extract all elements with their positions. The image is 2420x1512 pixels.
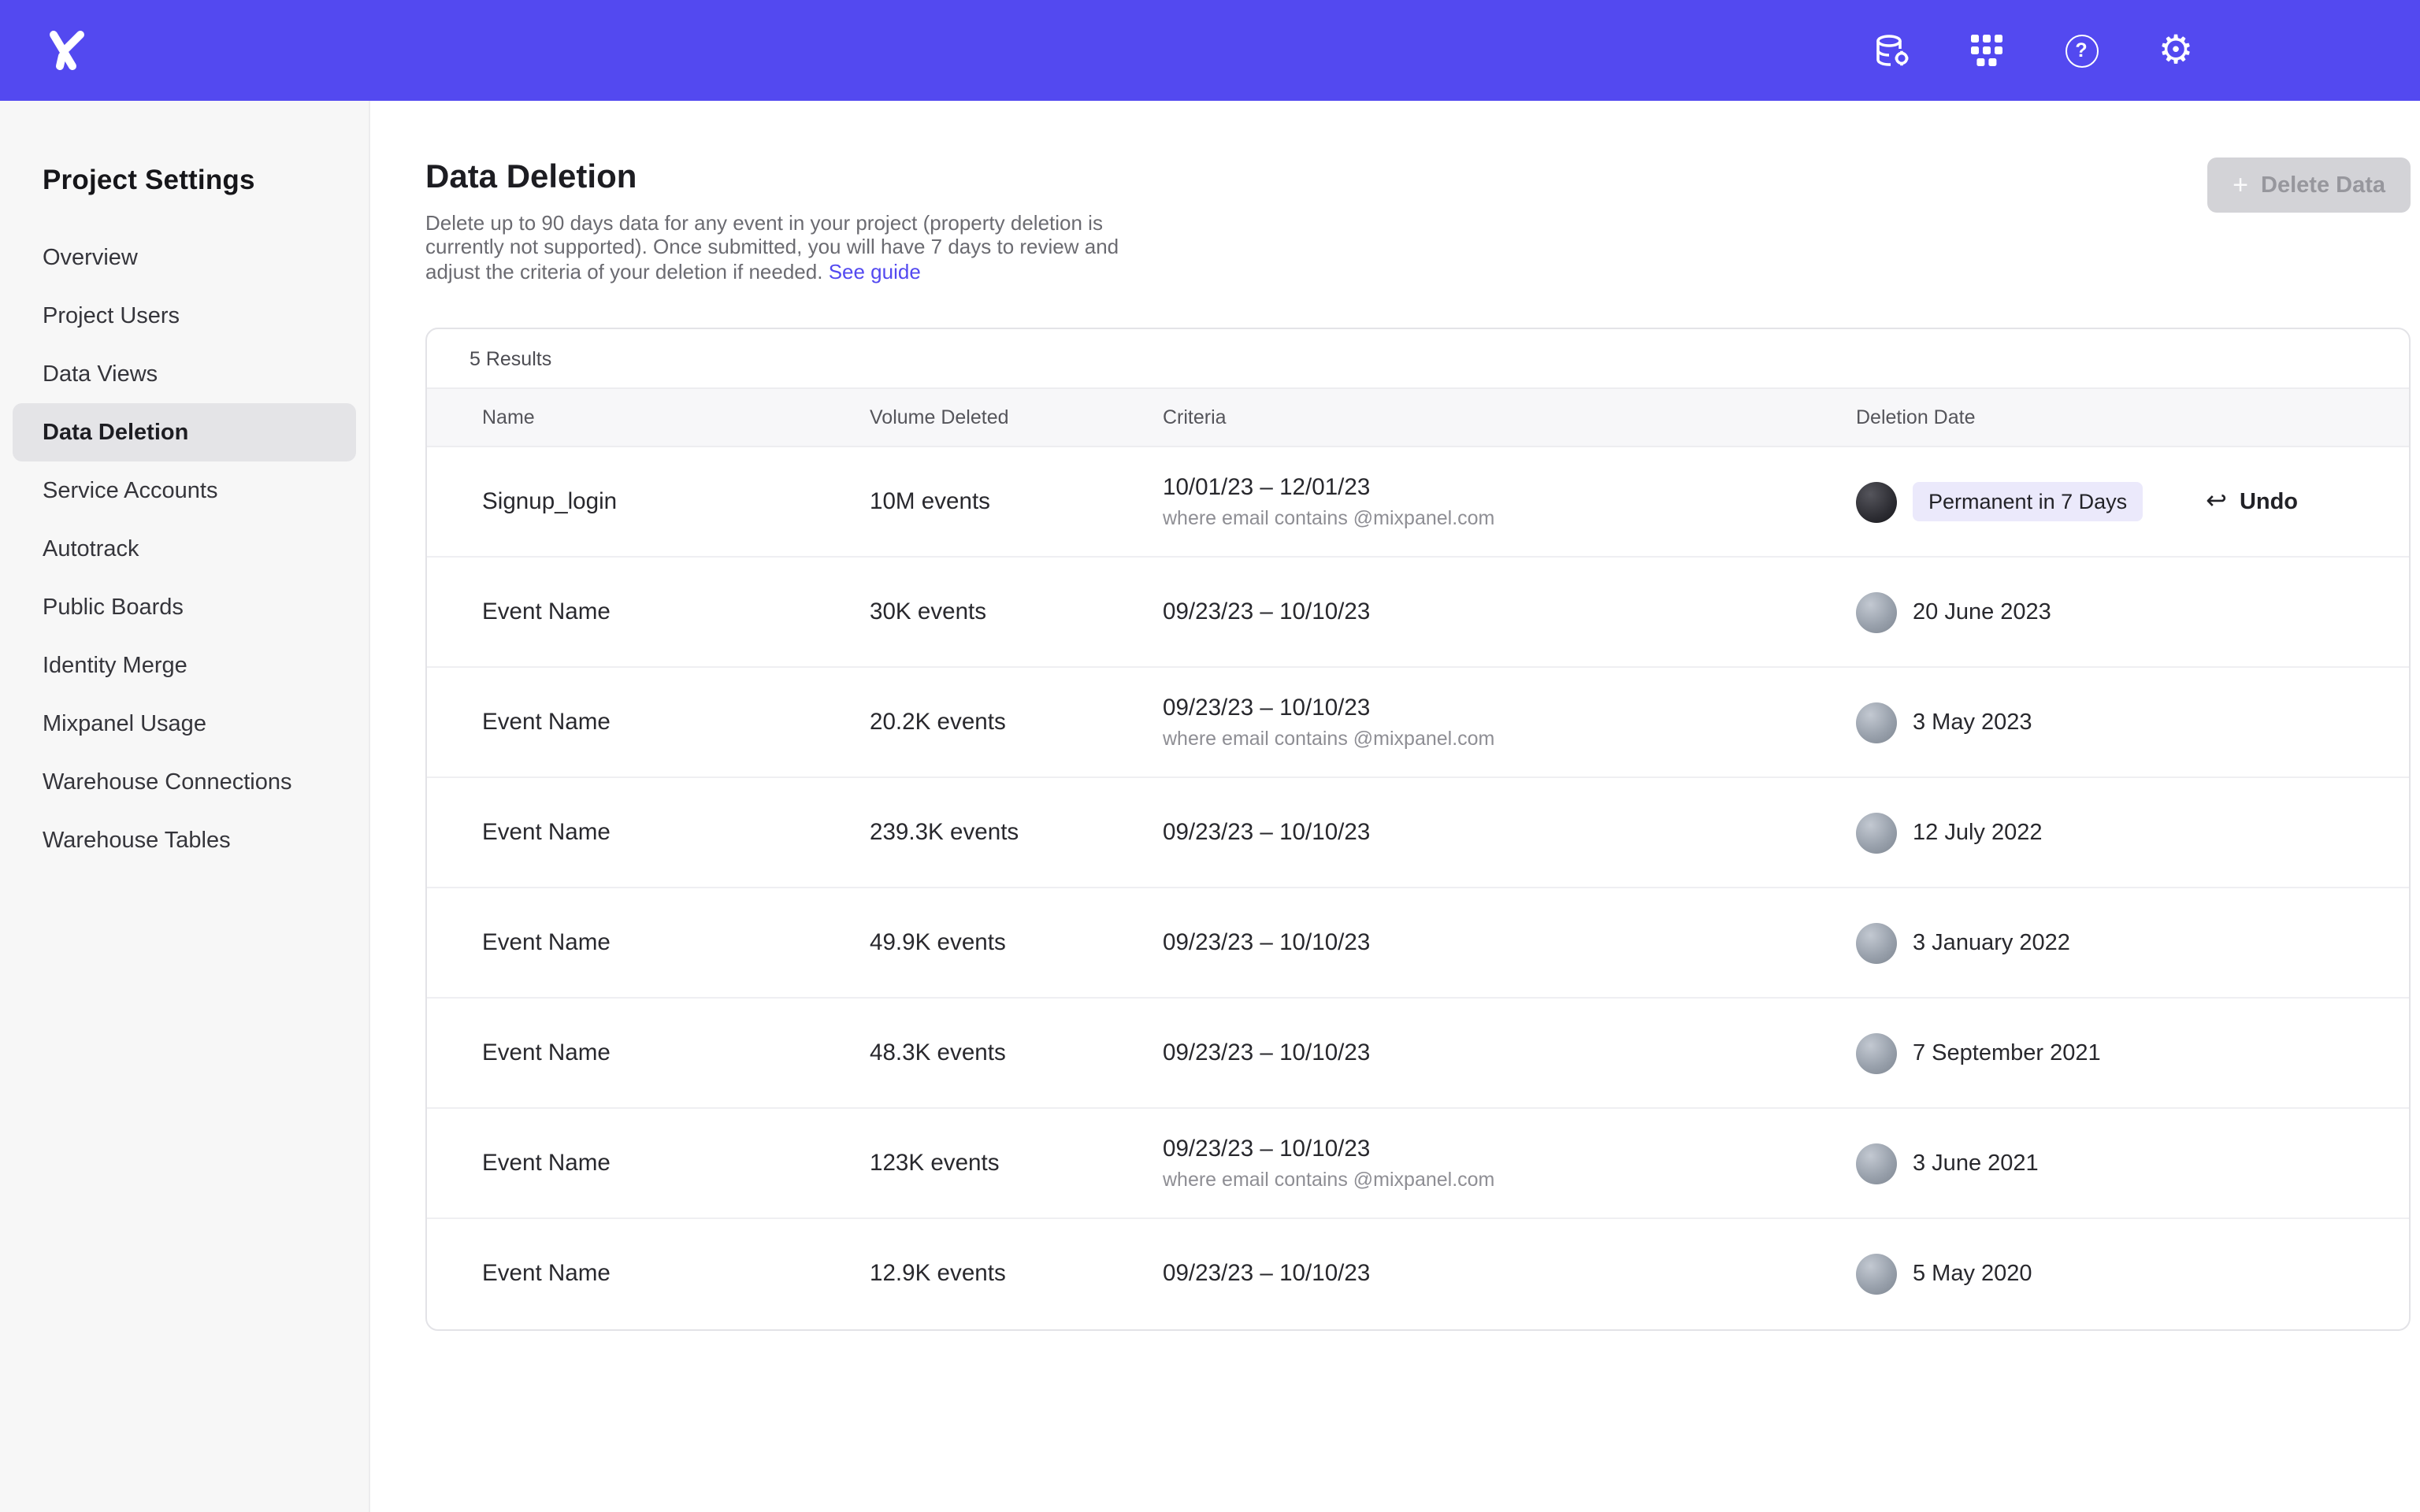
plus-icon: +	[2233, 172, 2248, 198]
row-criteria: 09/23/23 – 10/10/23	[1163, 599, 1856, 624]
gear-glyph: ⚙	[2158, 31, 2194, 70]
help-question-glyph: ?	[2065, 34, 2098, 67]
undo-label: Undo	[2240, 489, 2298, 514]
results-count: 5 Results	[427, 329, 2409, 389]
deletion-date: 3 June 2021	[1913, 1151, 2039, 1176]
deletion-date: 20 June 2023	[1913, 599, 2051, 624]
deletion-table-card: 5 Results Name Volume Deleted Criteria D…	[425, 328, 2411, 1331]
apps-grid-icon[interactable]	[1966, 30, 2007, 71]
row-volume: 30K events	[870, 599, 1163, 624]
row-name: Event Name	[482, 710, 870, 735]
sidebar-item-warehouse-connections[interactable]: Warehouse Connections	[13, 753, 356, 811]
row-criteria: 09/23/23 – 10/10/23	[1163, 1040, 1856, 1065]
row-criteria: 10/01/23 – 12/01/23	[1163, 475, 1856, 500]
row-name: Event Name	[482, 599, 870, 624]
sidebar-item-service-accounts[interactable]: Service Accounts	[13, 461, 356, 520]
row-criteria-filter: where email contains @mixpanel.com	[1163, 1168, 1856, 1190]
delete-data-label: Delete Data	[2261, 172, 2385, 198]
sidebar-title: Project Settings	[0, 164, 369, 228]
table-body: Signup_login 10M events 10/01/23 – 12/01…	[427, 447, 2409, 1329]
topbar-icon-group: ? ⚙	[1872, 30, 2196, 71]
row-name: Event Name	[482, 1262, 870, 1287]
user-avatar	[1856, 1032, 1897, 1073]
pending-deletion-badge: Permanent in 7 Days	[1913, 482, 2143, 521]
row-volume: 123K events	[870, 1151, 1163, 1176]
column-header-deletion-date: Deletion Date	[1856, 406, 2409, 428]
sidebar-item-data-views[interactable]: Data Views	[13, 345, 356, 403]
sidebar-item-overview[interactable]: Overview	[13, 228, 356, 287]
row-volume: 239.3K events	[870, 820, 1163, 845]
column-header-name: Name	[482, 406, 870, 428]
main-content: Data Deletion Delete up to 90 days data …	[370, 101, 2420, 1512]
delete-data-button[interactable]: + Delete Data	[2207, 158, 2411, 213]
row-name: Event Name	[482, 1040, 870, 1065]
undo-icon: ↩	[2206, 489, 2227, 514]
sidebar-item-public-boards[interactable]: Public Boards	[13, 578, 356, 636]
table-row: Event Name 48.3K events 09/23/23 – 10/10…	[427, 999, 2409, 1109]
settings-sidebar: Project Settings OverviewProject UsersDa…	[0, 101, 370, 1512]
user-avatar	[1856, 1143, 1897, 1184]
table-row: Event Name 49.9K events 09/23/23 – 10/10…	[427, 888, 2409, 999]
sidebar-item-identity-merge[interactable]: Identity Merge	[13, 636, 356, 695]
settings-icon[interactable]: ⚙	[2155, 30, 2196, 71]
deletion-date: 3 January 2022	[1913, 930, 2070, 955]
row-name: Event Name	[482, 820, 870, 845]
user-avatar	[1856, 812, 1897, 853]
row-criteria: 09/23/23 – 10/10/23	[1163, 930, 1856, 955]
table-row: Event Name 12.9K events 09/23/23 – 10/10…	[427, 1219, 2409, 1329]
data-pipelines-icon[interactable]	[1872, 30, 1913, 71]
page-title: Data Deletion	[425, 158, 2411, 198]
deletion-date: 12 July 2022	[1913, 820, 2042, 845]
row-criteria: 09/23/23 – 10/10/23	[1163, 695, 1856, 721]
sidebar-item-project-users[interactable]: Project Users	[13, 287, 356, 345]
deletion-date: 7 September 2021	[1913, 1040, 2101, 1065]
user-avatar	[1856, 591, 1897, 632]
see-guide-link[interactable]: See guide	[829, 260, 921, 284]
row-name: Event Name	[482, 1151, 870, 1176]
user-avatar	[1856, 1254, 1897, 1295]
sidebar-item-data-deletion[interactable]: Data Deletion	[13, 403, 356, 461]
table-row: Event Name 123K events 09/23/23 – 10/10/…	[427, 1109, 2409, 1219]
sidebar-items: OverviewProject UsersData ViewsData Dele…	[0, 228, 369, 869]
undo-button[interactable]: ↩ Undo	[2206, 489, 2298, 514]
mixpanel-logo-mark	[46, 28, 90, 72]
row-criteria-filter: where email contains @mixpanel.com	[1163, 727, 1856, 749]
row-criteria: 09/23/23 – 10/10/23	[1163, 820, 1856, 845]
row-criteria-filter: where email contains @mixpanel.com	[1163, 506, 1856, 528]
page-description-text: Delete up to 90 days data for any event …	[425, 211, 1119, 284]
top-navigation-bar: ? ⚙	[0, 0, 2420, 101]
user-avatar	[1856, 702, 1897, 743]
row-volume: 10M events	[870, 489, 1163, 514]
table-row: Event Name 239.3K events 09/23/23 – 10/1…	[427, 778, 2409, 888]
sidebar-item-autotrack[interactable]: Autotrack	[13, 520, 356, 578]
row-name: Event Name	[482, 930, 870, 955]
row-volume: 49.9K events	[870, 930, 1163, 955]
app-window: ? ⚙ Project Settings OverviewProject Use…	[0, 0, 2420, 1512]
sidebar-item-warehouse-tables[interactable]: Warehouse Tables	[13, 811, 356, 869]
sidebar-item-mixpanel-usage[interactable]: Mixpanel Usage	[13, 695, 356, 753]
column-header-criteria: Criteria	[1163, 406, 1856, 428]
row-criteria: 09/23/23 – 10/10/23	[1163, 1262, 1856, 1287]
user-avatar	[1856, 481, 1897, 522]
row-volume: 20.2K events	[870, 710, 1163, 735]
page-description: Delete up to 90 days data for any event …	[425, 211, 1134, 284]
deletion-date: 3 May 2023	[1913, 710, 2032, 735]
row-volume: 12.9K events	[870, 1262, 1163, 1287]
user-avatar	[1856, 922, 1897, 963]
table-row: Event Name 30K events 09/23/23 – 10/10/2…	[427, 558, 2409, 668]
row-criteria: 09/23/23 – 10/10/23	[1163, 1136, 1856, 1162]
column-header-volume: Volume Deleted	[870, 406, 1163, 428]
deletion-date: 5 May 2020	[1913, 1262, 2032, 1287]
help-icon[interactable]: ?	[2061, 30, 2102, 71]
row-name: Signup_login	[482, 489, 870, 514]
table-header-row: Name Volume Deleted Criteria Deletion Da…	[427, 389, 2409, 447]
row-volume: 48.3K events	[870, 1040, 1163, 1065]
table-row: Signup_login 10M events 10/01/23 – 12/01…	[427, 447, 2409, 558]
table-row: Event Name 20.2K events 09/23/23 – 10/10…	[427, 668, 2409, 778]
mixpanel-logo[interactable]	[41, 24, 95, 77]
